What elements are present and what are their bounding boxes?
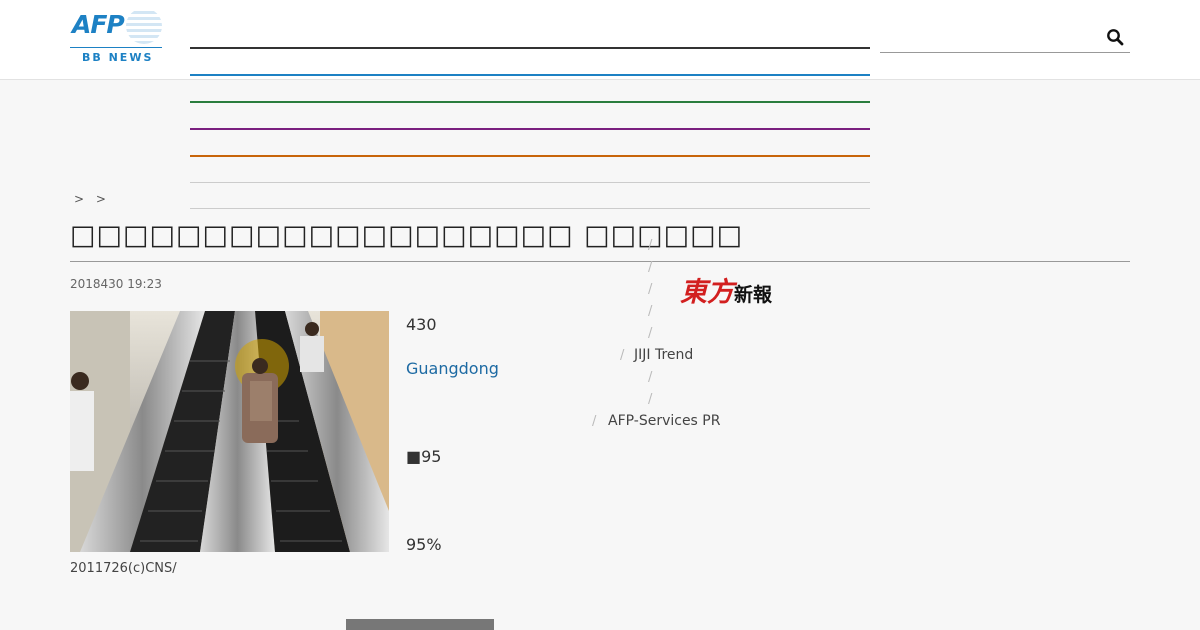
nav-category-3[interactable] — [190, 101, 870, 103]
sidebar-separator: / — [648, 326, 653, 341]
escalator-image — [70, 311, 389, 552]
afp-bb-news-logo[interactable]: AFP BB NEWS — [70, 8, 162, 66]
toho-logo-red: 東方 — [680, 277, 734, 308]
breadcrumb[interactable]: > > — [74, 192, 110, 206]
afp-services-pr-link[interactable]: AFP-Services PR — [608, 413, 720, 429]
search-input[interactable] — [880, 22, 1100, 52]
sidebar-separator: / — [648, 370, 653, 385]
logo-brand: AFP — [72, 10, 125, 39]
photo-caption: 2011726(c)CNS/ — [70, 561, 177, 576]
sidebar-separator: / — [592, 414, 597, 429]
nav-category-6[interactable] — [190, 182, 870, 183]
sidebar-separator: / — [620, 348, 625, 363]
nav-category-7[interactable] — [190, 208, 870, 209]
toho-logo-black: 新報 — [734, 284, 773, 306]
nav-category-1[interactable] — [190, 47, 870, 49]
article-date: 2018430 19:23 — [70, 277, 162, 291]
more-button[interactable] — [346, 619, 494, 630]
article-photo-escalator[interactable] — [70, 311, 389, 552]
guangdong-link[interactable]: Guangdong — [406, 359, 499, 378]
article-paragraph-1: 430 — [406, 315, 437, 334]
article-title: □□□□□□□□□□□□□□□□□□□ □□□□□□ — [70, 220, 744, 251]
nav-category-2[interactable] — [190, 74, 870, 76]
search-icon[interactable] — [1106, 28, 1124, 46]
jiji-trend-link[interactable]: JIJI Trend — [634, 347, 693, 363]
toho-shinpo-logo[interactable]: 東方新報 — [680, 270, 772, 309]
globe-icon — [126, 8, 162, 44]
article-paragraph-3: ■95 — [406, 447, 442, 466]
sidebar-separator: / — [648, 282, 653, 297]
title-divider — [70, 261, 1130, 262]
site-header: AFP BB NEWS — [0, 0, 1200, 80]
logo-sub: BB NEWS — [82, 51, 154, 64]
sidebar-separator: / — [648, 392, 653, 407]
article-paragraph-4: 95% — [406, 535, 442, 554]
nav-category-5[interactable] — [190, 155, 870, 157]
sidebar-separator: / — [648, 304, 653, 319]
sidebar-separator: / — [648, 260, 653, 275]
nav-category-4[interactable] — [190, 128, 870, 130]
search-box — [880, 22, 1130, 53]
logo-divider — [70, 47, 162, 48]
sidebar-separator: / — [648, 238, 653, 253]
